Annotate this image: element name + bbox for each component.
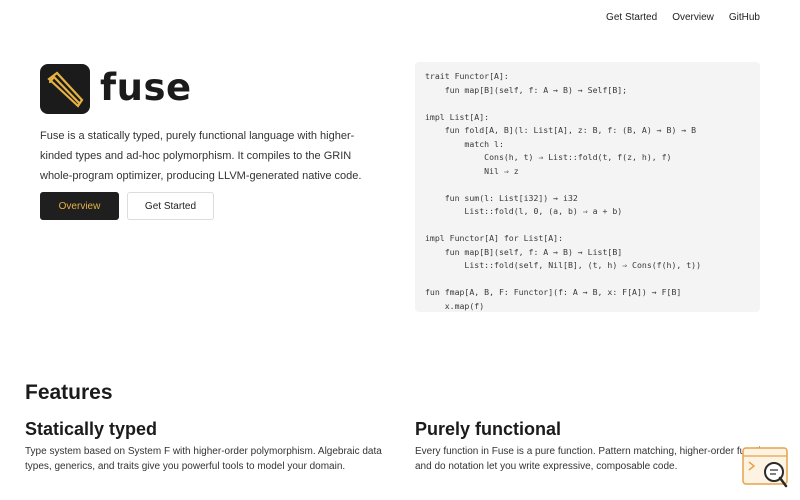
get-started-button[interactable]: Get Started <box>127 192 214 220</box>
search-code-icon[interactable] <box>742 446 790 490</box>
logo-icon <box>40 64 90 114</box>
features-heading: Features <box>25 381 113 404</box>
top-nav: Get Started Overview GitHub <box>606 12 760 23</box>
feature-title-statically-typed: Statically typed <box>25 419 158 439</box>
logo-wordmark: fuse <box>100 66 192 109</box>
nav-github[interactable]: GitHub <box>729 12 760 23</box>
nav-get-started[interactable]: Get Started <box>606 12 657 23</box>
overview-button[interactable]: Overview <box>40 192 119 220</box>
nav-overview[interactable]: Overview <box>672 12 714 23</box>
feature-desc-purely-functional: Every function in Fuse is a pure functio… <box>415 446 780 472</box>
hero-description: Fuse is a statically typed, purely funct… <box>40 130 362 182</box>
feature-desc-statically-typed: Type system based on System F with highe… <box>25 446 382 472</box>
code-sample: trait Functor[A]: fun map[B](self, f: A … <box>415 62 760 312</box>
feature-title-purely-functional: Purely functional <box>415 419 562 439</box>
